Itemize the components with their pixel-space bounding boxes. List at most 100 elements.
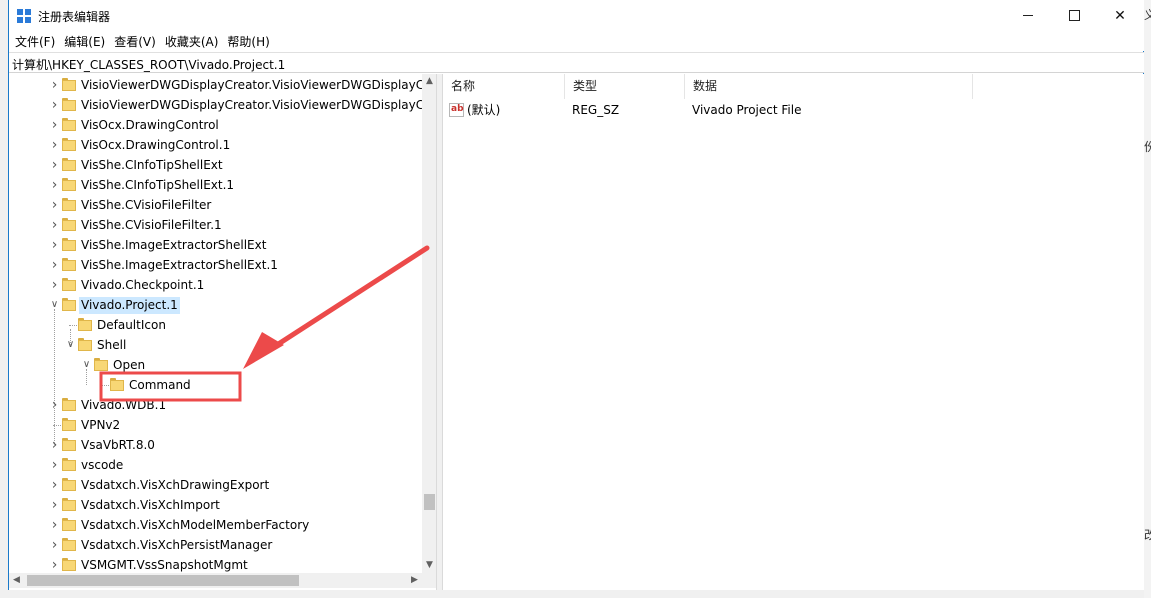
column-header-type[interactable]: 类型	[565, 74, 685, 99]
background-text-fragment: 义	[1144, 8, 1151, 22]
menu-bar: 文件(F) 编辑(E) 查看(V) 收藏夹(A) 帮助(H)	[9, 31, 1144, 51]
tree-node-label: Command	[129, 378, 191, 392]
menu-file[interactable]: 文件(F)	[15, 33, 61, 50]
minimize-button[interactable]	[1005, 0, 1051, 31]
screen: 义 份 改 注册表编辑器 ✕ 文件(F) 编辑(E) 查看(V) 收藏夹(A) …	[0, 0, 1151, 598]
folder-icon	[62, 458, 76, 471]
tree-node[interactable]: › VisShe.CVisioFileFilter	[9, 195, 422, 215]
menu-edit[interactable]: 编辑(E)	[64, 33, 111, 50]
tree-node[interactable]: › vscode	[9, 455, 422, 475]
scroll-left-icon[interactable]: ◀	[9, 573, 24, 588]
address-bar[interactable]: 计算机\HKEY_CLASSES_ROOT\Vivado.Project.1	[9, 52, 1144, 73]
chevron-right-icon[interactable]: ›	[50, 558, 59, 572]
maximize-button[interactable]	[1051, 0, 1097, 31]
tree-node-label: Open	[113, 358, 146, 372]
chevron-right-icon[interactable]: ›	[50, 458, 59, 472]
tree-node-label: VisShe.ImageExtractorShellExt	[81, 238, 267, 252]
chevron-right-icon[interactable]: ›	[50, 198, 59, 212]
menu-favorites[interactable]: 收藏夹(A)	[165, 33, 225, 50]
tree-node[interactable]: › VisioViewerDWGDisplayCreator.VisioViewe…	[9, 95, 429, 115]
tree-node[interactable]: › VisOcx.DrawingControl	[9, 115, 422, 135]
column-header-data[interactable]: 数据	[685, 74, 973, 99]
tree-node-label: Vsdatxch.VisXchPersistManager	[81, 538, 273, 552]
chevron-right-icon[interactable]: ›	[50, 538, 59, 552]
folder-icon	[62, 498, 76, 511]
close-button[interactable]: ✕	[1097, 0, 1143, 31]
tree-vertical-scroll-thumb[interactable]	[424, 494, 435, 510]
tree-node[interactable]: ∨ Open	[9, 355, 422, 375]
chevron-right-icon[interactable]: ›	[50, 218, 59, 232]
chevron-right-icon[interactable]: ›	[50, 118, 59, 132]
scrollbar-corner	[422, 573, 436, 588]
folder-icon	[62, 198, 76, 211]
chevron-right-icon[interactable]: ›	[50, 98, 59, 112]
tree-node[interactable]: › VisShe.CInfoTipShellExt.1	[9, 175, 422, 195]
values-list-pane[interactable]: 名称 类型 数据 ab (默认) REG_SZ Vivado Project F…	[442, 74, 1144, 590]
folder-icon	[62, 118, 76, 131]
scroll-right-icon[interactable]: ▶	[407, 573, 422, 588]
background-text-fragment: 份	[1144, 140, 1151, 154]
value-data: Vivado Project File	[692, 103, 802, 117]
tree-node[interactable]: ∨ Vivado.Project.1	[9, 295, 422, 315]
tree-node[interactable]: › VsaVbRT.8.0	[9, 435, 422, 455]
tree-node[interactable]: › VisOcx.DrawingControl.1	[9, 135, 422, 155]
chevron-right-icon[interactable]: ›	[50, 158, 59, 172]
chevron-right-icon[interactable]: ›	[50, 138, 59, 152]
tree-horizontal-scroll-thumb[interactable]	[27, 575, 299, 586]
chevron-right-icon[interactable]: ›	[50, 478, 59, 492]
value-row[interactable]: ab (默认) REG_SZ Vivado Project File	[443, 100, 1145, 120]
folder-icon	[78, 338, 92, 351]
tree-node[interactable]: › VisShe.CVisioFileFilter.1	[9, 215, 422, 235]
tree-vertical-scrollbar[interactable]: ▲ ▼	[422, 74, 436, 573]
tree-node-label: VisOcx.DrawingControl.1	[81, 138, 231, 152]
tree-node-label: Vsdatxch.VisXchModelMemberFactory	[81, 518, 310, 532]
scroll-down-icon[interactable]: ▼	[422, 558, 436, 573]
tree-node[interactable]: › Vsdatxch.VisXchModelMemberFactory	[9, 515, 422, 535]
tree-node[interactable]: › VSMGMT.VssSnapshotMgmt	[9, 555, 422, 575]
folder-icon	[62, 538, 76, 551]
tree-node[interactable]: › VisShe.ImageExtractorShellExt.1	[9, 255, 422, 275]
menu-view[interactable]: 查看(V)	[114, 33, 162, 50]
tree-node-label: VSMGMT.VssSnapshotMgmt	[81, 558, 248, 572]
folder-icon	[62, 418, 76, 431]
tree-connector-line	[70, 329, 71, 345]
chevron-right-icon[interactable]: ›	[50, 178, 59, 192]
folder-icon	[62, 298, 76, 311]
tree-connector-line	[86, 369, 87, 385]
tree-node-label: VPNv2	[81, 418, 121, 432]
tree-node-label: Vivado.Project.1	[79, 297, 180, 314]
tree-node[interactable]: › Vsdatxch.VisXchDrawingExport	[9, 475, 422, 495]
scroll-up-icon[interactable]: ▲	[422, 74, 436, 89]
column-header-name[interactable]: 名称	[443, 74, 565, 99]
chevron-right-icon[interactable]: ›	[50, 258, 59, 272]
tree-node-label: Shell	[97, 338, 127, 352]
tree-node[interactable]: › Vivado.WDB.1	[9, 395, 422, 415]
chevron-right-icon[interactable]: ›	[50, 498, 59, 512]
chevron-right-icon[interactable]: ›	[50, 78, 59, 92]
chevron-right-icon[interactable]: ›	[50, 518, 59, 532]
tree-node[interactable]: VPNv2	[9, 415, 422, 435]
tree-node-label: VisShe.CInfoTipShellExt.1	[81, 178, 235, 192]
background-text-fragment: 改	[1144, 528, 1151, 542]
tree-node[interactable]: › Vsdatxch.VisXchPersistManager	[9, 535, 422, 555]
tree-horizontal-scrollbar[interactable]: ◀ ▶	[9, 573, 422, 588]
chevron-right-icon[interactable]: ›	[50, 278, 59, 292]
folder-icon	[62, 518, 76, 531]
folder-icon	[62, 258, 76, 271]
tree-node[interactable]: › VisShe.CInfoTipShellExt	[9, 155, 422, 175]
title-bar[interactable]: 注册表编辑器 ✕	[9, 0, 1144, 31]
menu-help[interactable]: 帮助(H)	[227, 33, 275, 50]
tree-node[interactable]: › Vivado.Checkpoint.1	[9, 275, 422, 295]
folder-icon	[62, 238, 76, 251]
tree-node[interactable]: Command	[9, 375, 422, 395]
chevron-right-icon[interactable]: ›	[50, 238, 59, 252]
tree-connector-line	[101, 385, 109, 386]
tree-node[interactable]: › VisioViewerDWGDisplayCreator.VisioViewe…	[9, 75, 429, 95]
tree-node[interactable]: › VisShe.ImageExtractorShellExt	[9, 235, 422, 255]
registry-tree-pane[interactable]: › VisioViewerDWGDisplayCreator.VisioViewe…	[9, 74, 437, 590]
tree-node[interactable]: › Vsdatxch.VisXchImport	[9, 495, 422, 515]
folder-icon	[62, 398, 76, 411]
folder-icon	[62, 278, 76, 291]
tree-node-label: vscode	[81, 458, 124, 472]
close-icon: ✕	[1114, 7, 1126, 24]
